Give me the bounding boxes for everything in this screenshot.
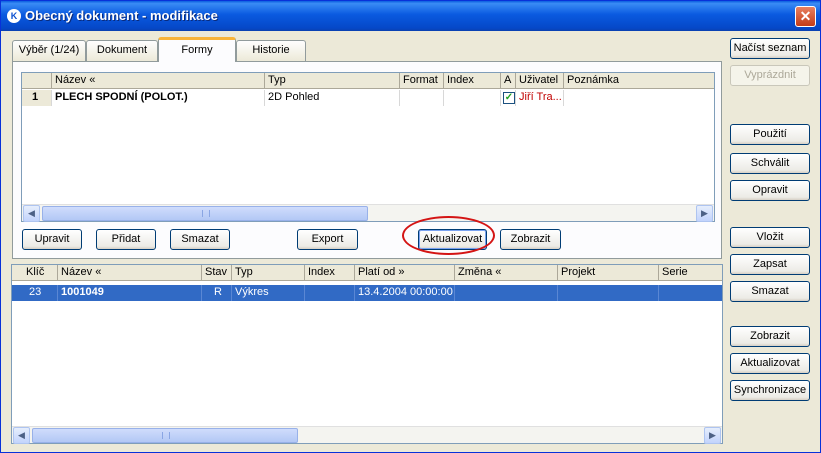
zobrazit-form-button[interactable]: Zobrazit	[500, 229, 561, 250]
col-header-projekt[interactable]: Projekt	[558, 265, 659, 281]
cell-serie[interactable]	[659, 285, 722, 301]
col-header-typ[interactable]: Typ	[265, 73, 400, 89]
schvalit-button[interactable]: Schválit	[730, 153, 810, 174]
col-header-index-doc[interactable]: Index	[305, 265, 355, 281]
cell-index-doc[interactable]	[305, 285, 355, 301]
col-header-klic[interactable]: Klíč	[12, 265, 58, 281]
cell-typ-doc[interactable]: Výkres	[232, 285, 305, 301]
table-row[interactable]: 23 1001049 R Výkres 13.4.2004 00:00:00	[12, 285, 722, 301]
col-header-stav[interactable]: Stav	[202, 265, 232, 281]
synchronizace-button[interactable]: Synchronizace	[730, 380, 810, 401]
title-bar[interactable]: K Obecný dokument - modifikace ✕	[1, 1, 820, 31]
scroll-thumb[interactable]	[32, 428, 298, 443]
forms-grid[interactable]: Název « Typ Format Index A Uživatel Pozn…	[21, 72, 715, 222]
tab-historie[interactable]: Historie	[236, 40, 306, 61]
nacist-seznam-button[interactable]: Načíst seznam	[730, 38, 810, 59]
forms-grid-header: Název « Typ Format Index A Uživatel Pozn…	[22, 73, 714, 89]
documents-grid-hscrollbar[interactable]: ◀ ▶	[12, 426, 722, 444]
col-header-index[interactable]: Index	[444, 73, 501, 89]
scroll-left-icon[interactable]: ◀	[13, 427, 30, 444]
vlozit-button[interactable]: Vložit	[730, 227, 810, 248]
cell-uzivatel[interactable]: Jiří Tra...	[516, 90, 564, 106]
tab-panel-formy: Název « Typ Format Index A Uživatel Pozn…	[12, 61, 722, 259]
cell-a[interactable]: ✓	[501, 90, 516, 106]
window-title: Obecný dokument - modifikace	[25, 8, 218, 23]
cell-projekt[interactable]	[558, 285, 659, 301]
col-header-typ-doc[interactable]: Typ	[232, 265, 305, 281]
opravit-button[interactable]: Opravit	[730, 180, 810, 201]
col-header-zmena[interactable]: Změna «	[455, 265, 558, 281]
grip-icon	[202, 210, 210, 217]
col-header-serie[interactable]: Serie	[659, 265, 722, 281]
col-header-num[interactable]	[22, 73, 52, 89]
tab-vyber[interactable]: Výběr (1/24)	[12, 40, 86, 61]
col-header-a[interactable]: A	[501, 73, 516, 89]
scroll-thumb[interactable]	[42, 206, 368, 221]
cell-nazev-doc[interactable]: 1001049	[58, 285, 202, 301]
smazat-button[interactable]: Smazat	[730, 281, 810, 302]
col-header-format[interactable]: Format	[400, 73, 444, 89]
cell-zmena[interactable]	[455, 285, 558, 301]
documents-grid-header: Klíč Název « Stav Typ Index Platí od » Z…	[12, 265, 722, 281]
scroll-right-icon[interactable]: ▶	[696, 205, 713, 222]
pouziti-button[interactable]: Použití	[730, 124, 810, 145]
pridat-button[interactable]: Přidat	[96, 229, 156, 250]
smazat-form-button[interactable]: Smazat	[170, 229, 230, 250]
tab-formy[interactable]: Formy	[158, 37, 236, 62]
export-button[interactable]: Export	[297, 229, 358, 250]
zobrazit-button[interactable]: Zobrazit	[730, 326, 810, 347]
documents-grid[interactable]: Klíč Název « Stav Typ Index Platí od » Z…	[11, 264, 723, 444]
cell-stav[interactable]: R	[202, 285, 232, 301]
scroll-left-icon[interactable]: ◀	[23, 205, 40, 222]
col-header-nazev-doc[interactable]: Název «	[58, 265, 202, 281]
cell-typ[interactable]: 2D Pohled	[265, 90, 400, 106]
cell-index[interactable]	[444, 90, 501, 106]
grip-icon	[162, 432, 170, 439]
app-icon: K	[7, 9, 21, 23]
dialog-window: K Obecný dokument - modifikace ✕ Výběr (…	[0, 0, 821, 453]
table-row[interactable]: 1 PLECH SPODNÍ (POLOT.) 2D Pohled ✓ Jiří…	[22, 90, 714, 106]
cell-klic[interactable]: 23	[12, 285, 58, 301]
close-icon[interactable]: ✕	[795, 6, 816, 27]
aktualizovat-button[interactable]: Aktualizovat	[730, 353, 810, 374]
vyprazdnit-button[interactable]: Vyprázdnit	[730, 65, 810, 86]
col-header-nazev[interactable]: Název «	[52, 73, 265, 89]
col-header-plati-od[interactable]: Platí od »	[355, 265, 455, 281]
aktualizovat-form-button[interactable]: Aktualizovat	[418, 229, 487, 250]
forms-grid-hscrollbar[interactable]: ◀ ▶	[22, 204, 714, 222]
zapsat-button[interactable]: Zapsat	[730, 254, 810, 275]
cell-nazev[interactable]: PLECH SPODNÍ (POLOT.)	[52, 90, 265, 106]
checkbox-a[interactable]: ✓	[503, 92, 515, 104]
cell-format[interactable]	[400, 90, 444, 106]
row-number: 1	[22, 90, 52, 106]
cell-plati-od[interactable]: 13.4.2004 00:00:00	[355, 285, 455, 301]
col-header-poznamka[interactable]: Poznámka	[564, 73, 714, 89]
col-header-uzivatel[interactable]: Uživatel	[516, 73, 564, 89]
upravit-button[interactable]: Upravit	[22, 229, 82, 250]
scroll-right-icon[interactable]: ▶	[704, 427, 721, 444]
cell-poznamka[interactable]	[564, 90, 714, 106]
tab-dokument[interactable]: Dokument	[86, 40, 158, 61]
